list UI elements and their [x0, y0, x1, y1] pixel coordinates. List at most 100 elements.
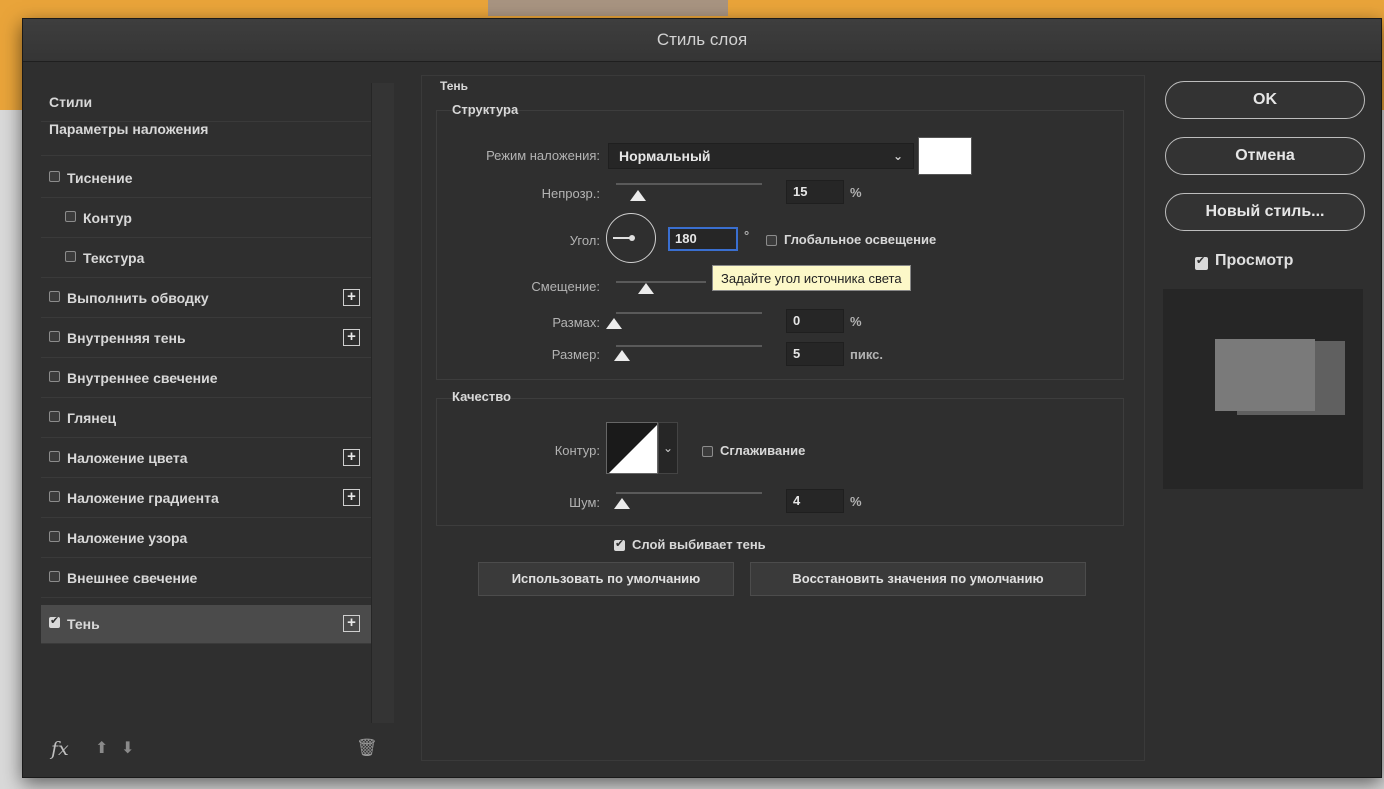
distance-slider-track[interactable]: [616, 281, 706, 283]
style-checkbox[interactable]: [49, 291, 60, 302]
style-item-satin[interactable]: Глянец: [41, 399, 371, 438]
style-item-label: Наложение градиента: [67, 490, 219, 506]
contour-label: Контур:: [554, 443, 600, 458]
spread-slider-track[interactable]: [616, 312, 762, 314]
contour-preview[interactable]: [606, 422, 658, 474]
opacity-label: Непрозр.:: [541, 186, 600, 201]
style-item-stroke[interactable]: Выполнить обводку +: [41, 279, 371, 318]
move-up-icon[interactable]: ⬆: [95, 738, 108, 758]
trash-icon[interactable]: 🗑: [356, 738, 378, 758]
size-input[interactable]: 5: [786, 342, 844, 366]
opacity-input[interactable]: 15: [786, 180, 844, 204]
preview-thumbnail: [1163, 289, 1363, 489]
angle-input[interactable]: 180: [668, 227, 738, 251]
size-slider-thumb[interactable]: [614, 350, 630, 361]
style-checkbox[interactable]: [49, 371, 60, 382]
style-item-label: Текстура: [83, 250, 145, 266]
add-effect-icon[interactable]: +: [343, 615, 360, 632]
layer-style-dialog: Стиль слоя Стили Параметры наложения Тис…: [22, 18, 1382, 778]
make-default-button[interactable]: Использовать по умолчанию: [478, 562, 734, 596]
size-slider-track[interactable]: [616, 345, 762, 347]
ok-button[interactable]: OK: [1165, 81, 1365, 119]
noise-slider-thumb[interactable]: [614, 498, 630, 509]
add-effect-icon[interactable]: +: [343, 449, 360, 466]
distance-slider-thumb[interactable]: [638, 283, 654, 294]
style-item-contour[interactable]: Контур: [41, 199, 371, 238]
style-item-color-overlay[interactable]: Наложение цвета +: [41, 439, 371, 478]
style-item-pattern-overlay[interactable]: Наложение узора: [41, 519, 371, 558]
style-item-label: Тиснение: [67, 170, 133, 186]
angle-label: Угол:: [569, 233, 600, 248]
style-item-label: Внешнее свечение: [67, 570, 198, 586]
angle-dial[interactable]: [606, 213, 656, 263]
style-item-label: Выполнить обводку: [67, 290, 209, 306]
new-style-button[interactable]: Новый стиль...: [1165, 193, 1365, 231]
contour-curve-shape: [607, 423, 657, 473]
add-effect-icon[interactable]: +: [343, 289, 360, 306]
style-item-label: Наложение узора: [67, 530, 188, 546]
style-item-drop-shadow[interactable]: Тень +: [41, 605, 371, 644]
opacity-unit: %: [850, 185, 862, 200]
style-item-bevel[interactable]: Тиснение: [41, 159, 371, 198]
preview-checkbox[interactable]: [1195, 254, 1208, 270]
styles-scrollbar[interactable]: [371, 83, 394, 723]
style-item-inner-glow[interactable]: Внутреннее свечение: [41, 359, 371, 398]
global-light-checkbox[interactable]: [766, 235, 777, 246]
chevron-down-icon: ⌄: [662, 441, 674, 455]
blend-mode-select[interactable]: Нормальный ⌄: [608, 143, 914, 169]
reset-default-button[interactable]: Восстановить значения по умолчанию: [750, 562, 1086, 596]
noise-slider-track[interactable]: [616, 492, 762, 494]
shadow-color-swatch[interactable]: [918, 137, 972, 175]
size-label: Размер:: [551, 347, 600, 362]
quality-title: Качество: [452, 389, 511, 404]
style-checkbox[interactable]: [49, 451, 60, 462]
knockout-label: Слой выбивает тень: [632, 537, 766, 552]
add-effect-icon[interactable]: +: [343, 329, 360, 346]
angle-unit: °: [744, 228, 750, 243]
noise-input[interactable]: 4: [786, 489, 844, 513]
style-checkbox[interactable]: [49, 171, 60, 182]
antialias-checkbox[interactable]: [702, 446, 713, 457]
spread-unit: %: [850, 314, 862, 329]
style-checkbox[interactable]: [49, 331, 60, 342]
style-item-gradient-overlay[interactable]: Наложение градиента +: [41, 479, 371, 518]
angle-tooltip: Задайте угол источника света: [712, 265, 911, 291]
style-item-label: Тень: [67, 616, 100, 632]
style-checkbox-checked[interactable]: [49, 614, 60, 628]
move-down-icon[interactable]: ⬇: [121, 738, 134, 758]
style-item-label: Наложение цвета: [67, 450, 188, 466]
style-checkbox[interactable]: [49, 491, 60, 502]
size-unit: пикс.: [850, 347, 884, 362]
style-checkbox[interactable]: [65, 251, 76, 262]
styles-header-label: Стили: [49, 94, 93, 110]
contour-dropdown[interactable]: ⌄: [658, 422, 678, 474]
style-item-texture[interactable]: Текстура: [41, 239, 371, 278]
shadow-settings-panel: Тень Структура Режим наложения: Нормальн…: [421, 75, 1145, 761]
preview-label: Просмотр: [1215, 252, 1294, 269]
cancel-button[interactable]: Отмена: [1165, 137, 1365, 175]
global-light-label: Глобальное освещение: [784, 232, 937, 247]
style-checkbox[interactable]: [65, 211, 76, 222]
knockout-checkbox[interactable]: [614, 537, 625, 551]
spread-input[interactable]: 0: [786, 309, 844, 333]
style-checkbox[interactable]: [49, 531, 60, 542]
fx-icon[interactable]: fx: [51, 738, 69, 760]
section-title: Тень: [440, 79, 469, 93]
spread-label: Размах:: [552, 315, 600, 330]
add-effect-icon[interactable]: +: [343, 489, 360, 506]
background-photo: [488, 0, 728, 16]
spread-slider-thumb[interactable]: [606, 318, 622, 329]
style-checkbox[interactable]: [49, 411, 60, 422]
blend-options-item[interactable]: Параметры наложения: [41, 117, 371, 156]
style-item-inner-shadow[interactable]: Внутренняя тень +: [41, 319, 371, 358]
style-checkbox[interactable]: [49, 571, 60, 582]
style-item-label: Контур: [83, 210, 132, 226]
noise-unit: %: [850, 494, 862, 509]
preview-square-shape: [1215, 339, 1315, 411]
style-item-label: Внутреннее свечение: [67, 370, 218, 386]
opacity-slider-thumb[interactable]: [630, 190, 646, 201]
style-item-outer-glow[interactable]: Внешнее свечение: [41, 559, 371, 598]
noise-label: Шум:: [569, 495, 600, 510]
opacity-slider-track[interactable]: [616, 183, 762, 185]
chevron-down-icon: ⌄: [892, 149, 903, 163]
